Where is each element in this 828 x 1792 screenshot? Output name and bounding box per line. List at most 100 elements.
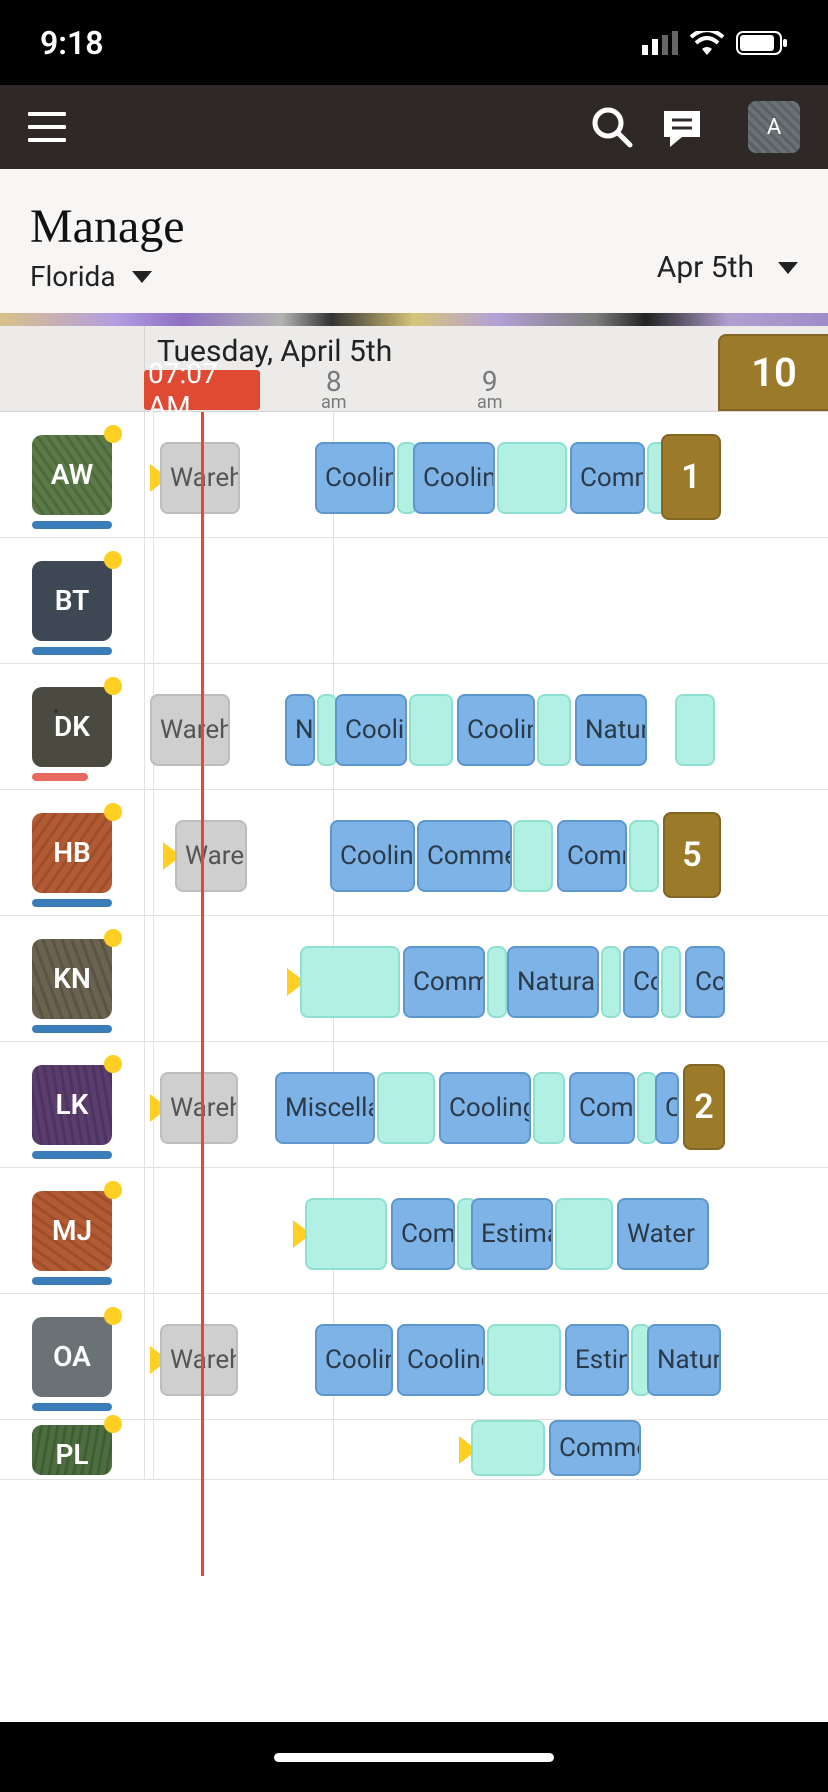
event-block[interactable] (601, 946, 621, 1018)
event-block[interactable] (487, 946, 507, 1018)
event-block[interactable] (471, 1420, 545, 1476)
schedule-row[interactable]: MJ ComEstimat Water (0, 1168, 828, 1294)
event-block[interactable] (305, 1198, 387, 1270)
schedule-row[interactable]: OA Wareh CoolinCooling Estin Natura (0, 1294, 828, 1420)
schedule-rows[interactable]: AWWarehCoolinCoolinComm1BTDKWarehNaCooli… (0, 412, 828, 1576)
tech-cell[interactable]: MJ (0, 1168, 145, 1293)
event-block[interactable]: Wareh (160, 1072, 238, 1144)
tech-cell[interactable]: HB (0, 790, 145, 915)
tech-avatar[interactable]: DK (32, 687, 112, 767)
tech-cell[interactable]: LK (0, 1042, 145, 1167)
tech-avatar[interactable]: MJ (32, 1191, 112, 1271)
row-track[interactable]: Comm Natural Co Cor (145, 916, 828, 1041)
event-block[interactable]: Comm (570, 442, 645, 514)
schedule-row[interactable]: HB Wareh CoolingCommer Comr 5 (0, 790, 828, 916)
event-block[interactable]: Cooling (330, 820, 415, 892)
tech-avatar[interactable]: HB (32, 813, 112, 893)
event-block[interactable] (513, 820, 553, 892)
event-block[interactable]: Comm (403, 946, 485, 1018)
location-selector[interactable]: Florida (30, 260, 185, 293)
event-block[interactable]: Com (391, 1198, 455, 1270)
date-selector[interactable]: Apr 5th (657, 250, 798, 293)
event-block[interactable] (637, 1072, 657, 1144)
tech-avatar[interactable]: AW (32, 435, 112, 515)
row-track[interactable]: Comme (145, 1420, 828, 1479)
chat-icon (660, 105, 704, 149)
row-track[interactable]: Wareh Na Coolir Coolin Natur (145, 664, 828, 789)
badge-count[interactable]: 2 (683, 1064, 725, 1150)
badge-count[interactable]: 1 (661, 434, 721, 520)
home-indicator[interactable] (274, 1753, 554, 1762)
event-block[interactable]: Miscella (275, 1072, 375, 1144)
event-block[interactable]: Wareh (160, 1324, 238, 1396)
tech-avatar[interactable]: PL (32, 1425, 112, 1475)
row-track[interactable]: Wareh CoolinCooling Estin Natura (145, 1294, 828, 1419)
schedule-row[interactable]: LK Wareh Miscella Cooling Com C2 (0, 1042, 828, 1168)
event-block[interactable]: Comr (557, 820, 627, 892)
event-block[interactable]: Estin (565, 1324, 629, 1396)
event-block[interactable]: Estimat (471, 1198, 553, 1270)
event-block[interactable] (675, 694, 715, 766)
event-block[interactable]: Natural (507, 946, 599, 1018)
chat-button[interactable] (656, 101, 708, 153)
row-track[interactable]: ComEstimat Water (145, 1168, 828, 1293)
event-block[interactable]: Wareh (150, 694, 230, 766)
event-block[interactable] (377, 1072, 435, 1144)
event-block[interactable]: Na (285, 694, 315, 766)
tech-cell[interactable]: PL (0, 1420, 145, 1479)
event-block[interactable]: Coolir (335, 694, 407, 766)
event-block[interactable]: Natur (575, 694, 647, 766)
menu-button[interactable] (28, 108, 66, 146)
tech-avatar[interactable]: KN (32, 939, 112, 1019)
search-button[interactable] (586, 101, 638, 153)
event-block[interactable]: Coolin (315, 442, 395, 514)
row-track[interactable]: Wareh CoolingCommer Comr 5 (145, 790, 828, 915)
event-block[interactable]: Com (569, 1072, 635, 1144)
event-block[interactable] (487, 1324, 561, 1396)
event-block[interactable]: Wareh (175, 820, 247, 892)
schedule-row[interactable]: DK Wareh Na Coolir Coolin Natur (0, 664, 828, 790)
event-block[interactable] (661, 946, 681, 1018)
badge-count[interactable]: 5 (663, 812, 721, 898)
tech-avatar[interactable]: BT (32, 561, 112, 641)
tech-cell[interactable]: KN (0, 916, 145, 1041)
event-block[interactable]: Water (617, 1198, 709, 1270)
event-block[interactable] (409, 694, 453, 766)
event-block[interactable] (555, 1198, 613, 1270)
event-block[interactable]: Wareh (160, 442, 240, 514)
tech-avatar[interactable]: LK (32, 1065, 112, 1145)
event-block[interactable] (629, 820, 659, 892)
event-block[interactable]: Cooling (439, 1072, 531, 1144)
event-block[interactable]: Coolin (457, 694, 535, 766)
schedule-row[interactable]: BT (0, 538, 828, 664)
row-track[interactable]: Wareh Miscella Cooling Com C2 (145, 1042, 828, 1167)
event-block[interactable] (537, 694, 571, 766)
event-block[interactable]: Cor (685, 946, 725, 1018)
event-block[interactable] (317, 694, 337, 766)
hour-highlight[interactable]: 10 (718, 334, 828, 411)
tech-cell[interactable]: DK (0, 664, 145, 789)
row-track[interactable] (145, 538, 828, 663)
event-block[interactable]: Cooling (397, 1324, 485, 1396)
row-track[interactable]: Wareh CoolinCoolin Comm1 (145, 412, 828, 537)
tech-cell[interactable]: OA (0, 1294, 145, 1419)
event-block[interactable]: Coolin (413, 442, 495, 514)
status-dot (104, 1415, 122, 1433)
event-block[interactable]: Co (623, 946, 659, 1018)
tech-avatar[interactable]: OA (32, 1317, 112, 1397)
event-block[interactable]: Commer (417, 820, 512, 892)
tech-cell[interactable]: AW (0, 412, 145, 537)
schedule-row[interactable]: KN Comm Natural Co Cor (0, 916, 828, 1042)
avatar[interactable]: A (748, 101, 800, 153)
schedule-row[interactable]: AW Wareh CoolinCoolin Comm1 (0, 412, 828, 538)
event-block[interactable] (300, 946, 400, 1018)
event-block[interactable] (497, 442, 567, 514)
event-block[interactable] (533, 1072, 565, 1144)
tech-cell[interactable]: BT (0, 538, 145, 663)
event-block[interactable]: Coolin (315, 1324, 393, 1396)
event-block[interactable]: Comme (549, 1420, 641, 1476)
schedule-row[interactable]: PL Comme (0, 1420, 828, 1480)
event-block[interactable]: C (655, 1072, 679, 1144)
location-label: Florida (30, 260, 116, 293)
event-block[interactable]: Natura (647, 1324, 721, 1396)
